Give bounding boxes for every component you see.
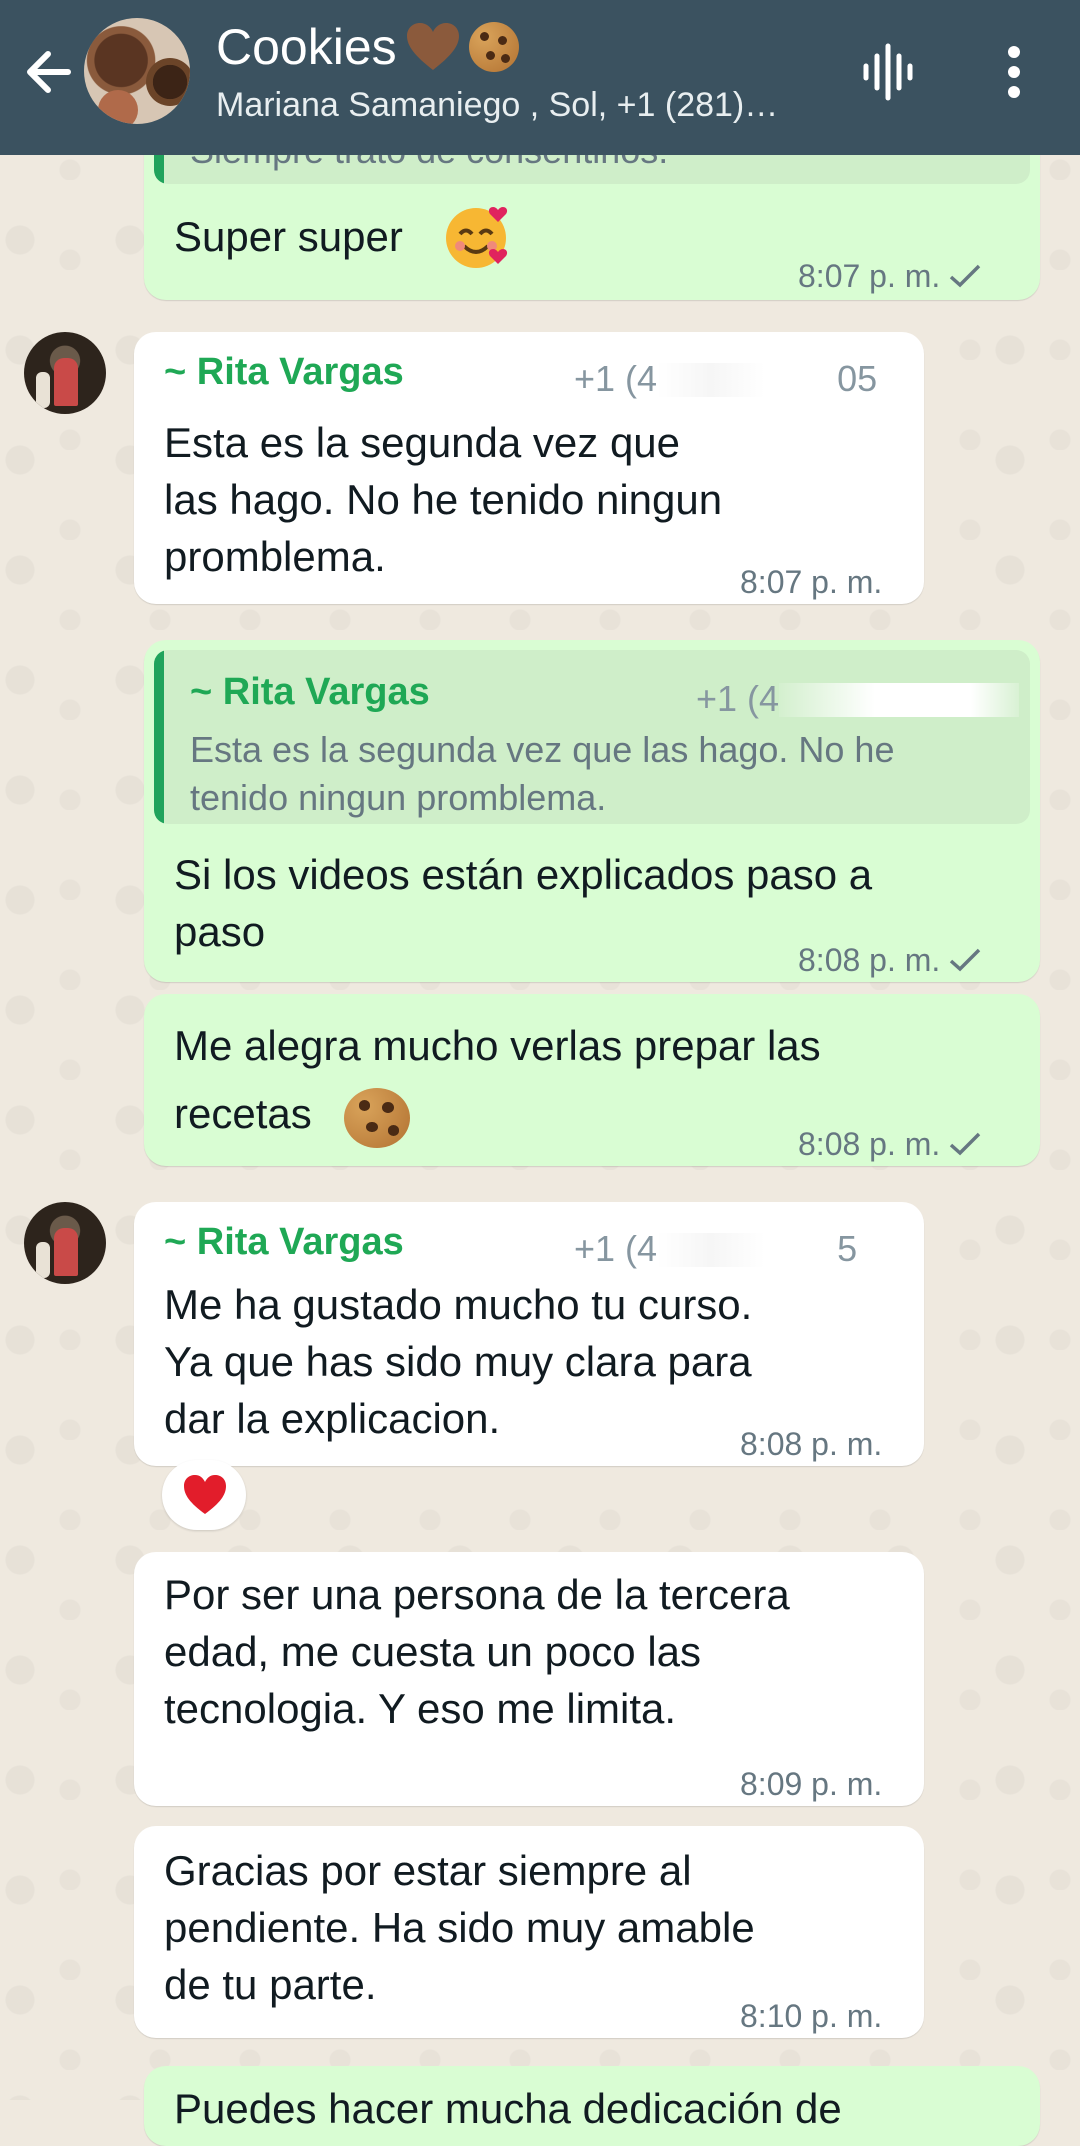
message-text: Gracias por estar siempre al pendiente. … bbox=[164, 1847, 755, 2008]
voice-chat-icon[interactable] bbox=[858, 42, 918, 102]
sender-avatar[interactable] bbox=[24, 1202, 106, 1284]
incoming-message[interactable]: Por ser una persona de la tercera edad, … bbox=[134, 1552, 924, 1806]
sender-avatar[interactable] bbox=[24, 332, 106, 414]
outgoing-message[interactable]: Me alegra mucho verlas prepar las receta… bbox=[144, 994, 1040, 1166]
phone-text: +1 (4 bbox=[574, 358, 658, 399]
message-text: Super super bbox=[174, 213, 403, 260]
message-time: 8:08 p. m. bbox=[798, 1116, 982, 1173]
back-arrow-icon[interactable] bbox=[18, 40, 82, 104]
message-time: 8:07 p. m. bbox=[798, 248, 982, 305]
chat-title: Cookies bbox=[216, 19, 397, 75]
outgoing-message[interactable]: ~ Rita Vargas +1 (4 Esta es la segunda v… bbox=[144, 640, 1040, 982]
red-heart-icon bbox=[184, 1475, 226, 1514]
message-text: Esta es la segunda vez que las hago. No … bbox=[164, 419, 723, 580]
quoted-text: Esta es la segunda vez que las hago. No … bbox=[190, 729, 895, 818]
outgoing-message[interactable]: Puedes hacer mucha dedicación de bbox=[144, 2066, 1040, 2146]
sent-check-icon bbox=[950, 948, 981, 972]
group-avatar[interactable] bbox=[84, 18, 190, 124]
incoming-message[interactable]: Gracias por estar siempre al pendiente. … bbox=[134, 1826, 924, 2038]
cookie-icon bbox=[344, 1088, 410, 1148]
message-text: Me alegra mucho verlas prepar las receta… bbox=[174, 1022, 821, 1137]
sent-check-icon bbox=[950, 1132, 981, 1156]
chat-title-row[interactable]: Cookies bbox=[216, 18, 519, 76]
quoted-phone: +1 (4 bbox=[696, 670, 1020, 727]
message-time: 8:10 p. m. bbox=[740, 1998, 883, 2034]
phone-suffix: 05 bbox=[837, 358, 878, 399]
message-text: Por ser una persona de la tercera edad, … bbox=[164, 1571, 790, 1732]
brown-heart-icon bbox=[405, 22, 461, 72]
more-options-icon[interactable] bbox=[1000, 42, 1028, 102]
message-time: 8:09 p. m. bbox=[740, 1766, 883, 1802]
message-text: Me ha gustado mucho tu curso. Ya que has… bbox=[164, 1281, 753, 1442]
phone-text: +1 (4 bbox=[574, 1228, 658, 1269]
chat-participants[interactable]: Mariana Samaniego , Sol, +1 (281)… bbox=[216, 86, 816, 125]
incoming-message[interactable]: ~ Rita Vargas +1 (4 05 Esta es la segunda… bbox=[134, 332, 924, 604]
quoted-sender: ~ Rita Vargas bbox=[190, 671, 430, 713]
phone-text: +1 (4 bbox=[696, 678, 780, 719]
time-text: 8:07 p. m. bbox=[798, 258, 941, 294]
sender-phone: +1 (4 5 bbox=[574, 1220, 857, 1277]
message-text: Si los videos están explicados paso a pa… bbox=[174, 851, 873, 955]
chat-header: Cookies Mariana Samaniego , Sol, +1 (281… bbox=[0, 0, 1080, 155]
time-text: 8:08 p. m. bbox=[798, 1126, 941, 1162]
phone-suffix: 5 bbox=[837, 1228, 858, 1269]
message-time: 8:07 p. m. bbox=[740, 564, 883, 600]
message-time: 8:08 p. m. bbox=[740, 1426, 883, 1462]
smiling-face-with-hearts-icon bbox=[440, 200, 512, 272]
sender-phone: +1 (4 05 bbox=[574, 350, 877, 407]
cookie-icon bbox=[468, 22, 519, 72]
message-reaction[interactable] bbox=[162, 1460, 246, 1530]
sent-check-icon bbox=[950, 264, 981, 288]
message-text: Puedes hacer mucha dedicación de bbox=[174, 2085, 842, 2132]
incoming-message[interactable]: ~ Rita Vargas +1 (4 5 Me ha gustado mucho… bbox=[134, 1202, 924, 1466]
time-text: 8:08 p. m. bbox=[798, 942, 941, 978]
sender-name[interactable]: ~ Rita Vargas bbox=[164, 350, 404, 394]
sender-name[interactable]: ~ Rita Vargas bbox=[164, 1220, 404, 1264]
message-time: 8:08 p. m. bbox=[798, 932, 982, 989]
quoted-message[interactable]: ~ Rita Vargas +1 (4 Esta es la segunda v… bbox=[154, 650, 1030, 824]
